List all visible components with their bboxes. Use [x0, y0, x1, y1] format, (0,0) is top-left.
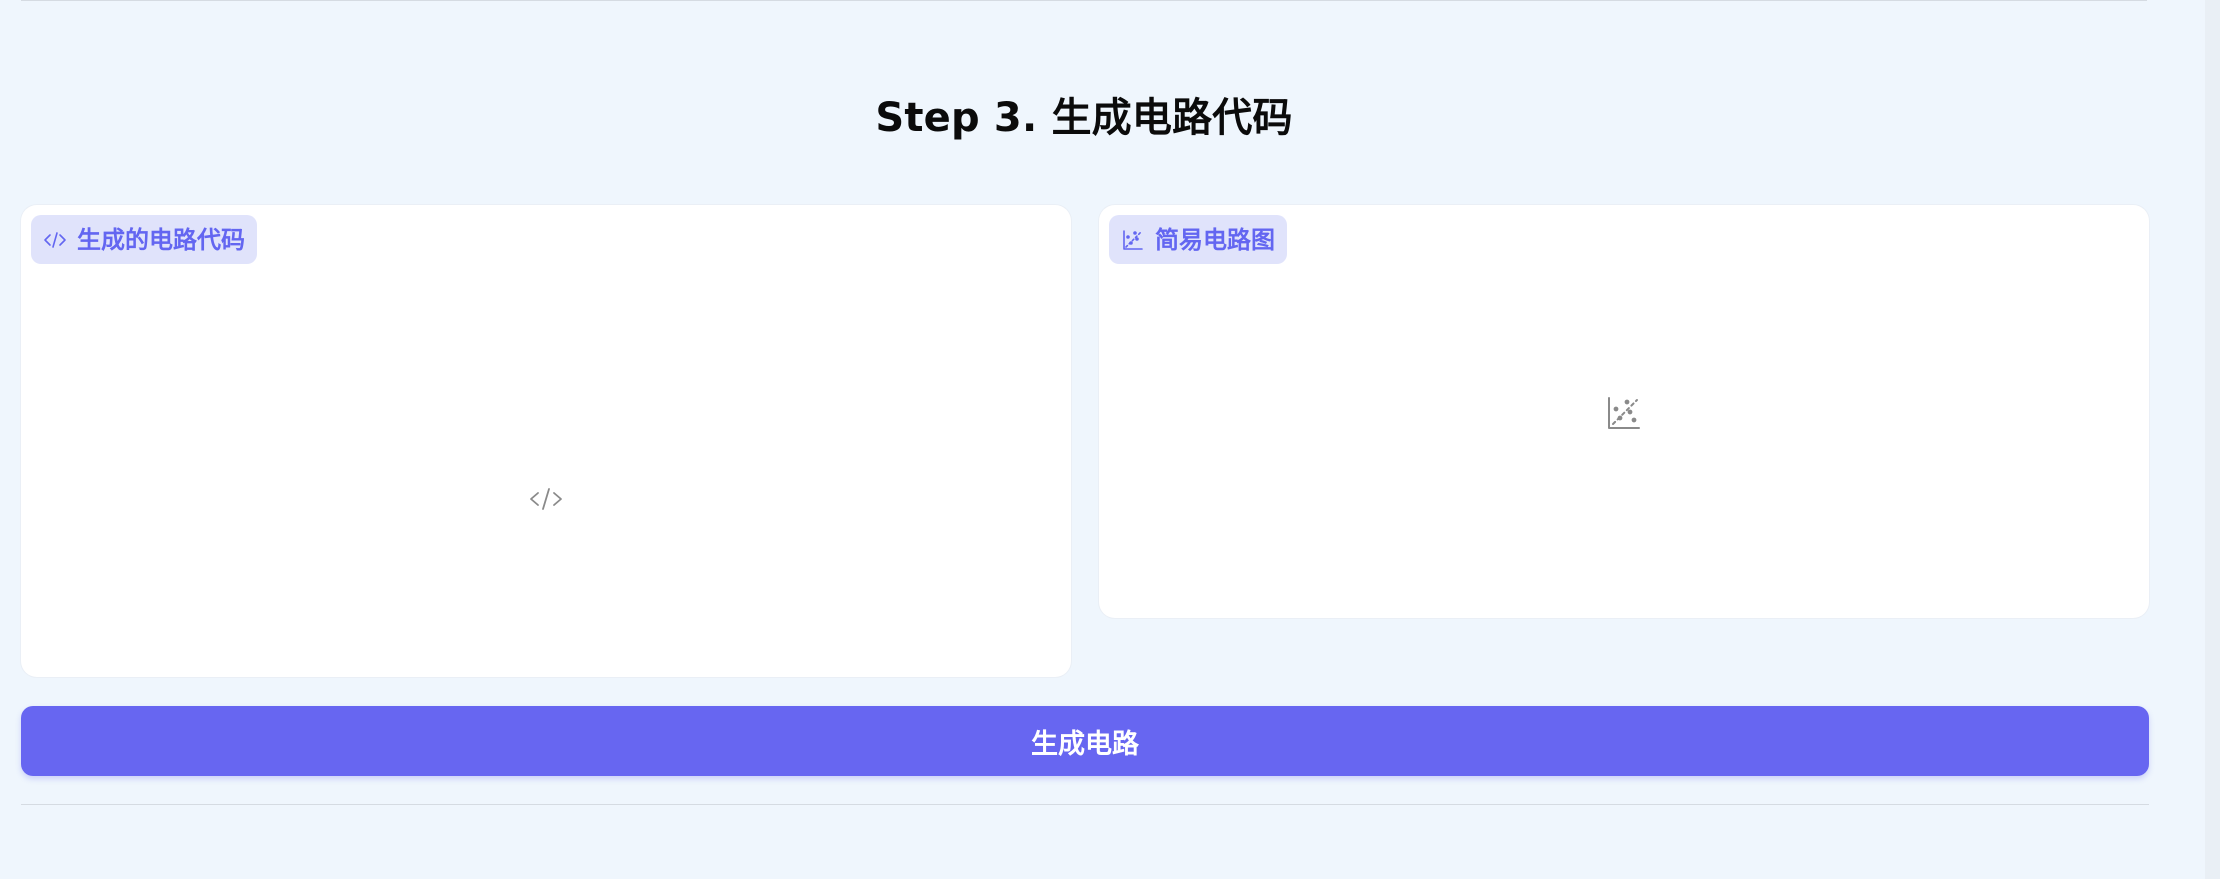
diagram-panel-tag: 简易电路图 — [1109, 215, 1287, 264]
code-icon — [42, 227, 68, 253]
generate-circuit-button[interactable]: 生成电路 — [21, 706, 2149, 776]
code-panel-title: 生成的电路代码 — [77, 225, 245, 254]
scrollbar-track[interactable] — [2205, 0, 2220, 879]
step-title: Step 3. 生成电路代码 — [875, 95, 1293, 141]
code-panel-tag: 生成的电路代码 — [31, 215, 257, 264]
diagram-placeholder-icon — [1605, 394, 1643, 432]
code-panel: 生成的电路代码 — [21, 205, 1071, 677]
diagram-panel-title: 简易电路图 — [1155, 225, 1275, 254]
top-divider — [21, 0, 2147, 1]
code-placeholder-icon — [528, 484, 564, 514]
bottom-divider — [21, 804, 2149, 805]
scatter-chart-icon — [1120, 227, 1146, 253]
diagram-panel: 简易电路图 — [1099, 205, 2149, 618]
